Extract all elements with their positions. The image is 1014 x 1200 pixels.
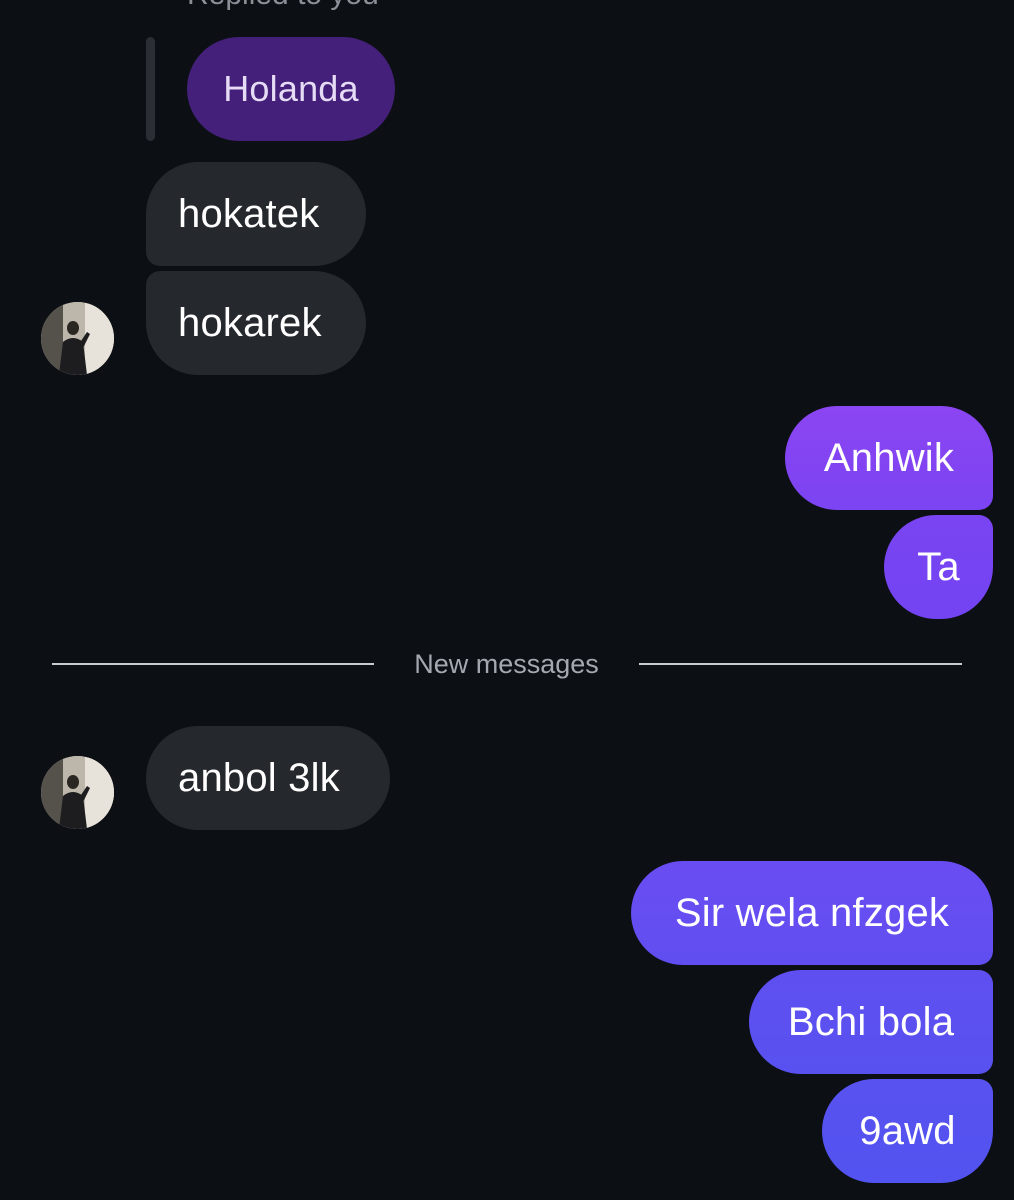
replied-to-you-label: Replied to you bbox=[187, 0, 379, 12]
message-bubble-outgoing[interactable]: Ta bbox=[884, 515, 993, 619]
message-bubble-incoming[interactable]: anbol 3lk bbox=[146, 726, 390, 830]
reply-indicator-bar bbox=[146, 37, 155, 141]
divider-line-right bbox=[639, 663, 962, 665]
message-bubble-outgoing[interactable]: Sir wela nfzgek bbox=[631, 861, 993, 965]
message-bubble-outgoing[interactable]: 9awd bbox=[822, 1079, 993, 1183]
message-bubble-incoming[interactable]: hokarek bbox=[146, 271, 366, 375]
contact-avatar[interactable] bbox=[41, 302, 114, 375]
avatar-photo-icon bbox=[41, 756, 114, 829]
avatar-photo-icon bbox=[41, 302, 114, 375]
new-messages-divider: New messages bbox=[52, 644, 962, 684]
quoted-message-bubble[interactable]: Holanda bbox=[187, 37, 395, 141]
message-bubble-outgoing[interactable]: Anhwik bbox=[785, 406, 993, 510]
divider-line-left bbox=[52, 663, 374, 665]
contact-avatar[interactable] bbox=[41, 756, 114, 829]
chat-thread: Replied to you Holanda hokatek hokarek A… bbox=[0, 0, 1014, 1200]
message-bubble-incoming[interactable]: hokatek bbox=[146, 162, 366, 266]
new-messages-label: New messages bbox=[414, 649, 599, 679]
message-bubble-outgoing[interactable]: Bchi bola bbox=[749, 970, 993, 1074]
